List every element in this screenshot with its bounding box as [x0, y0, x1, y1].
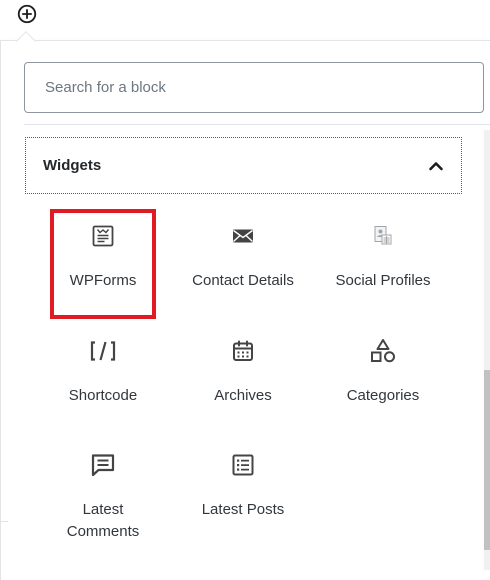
block-label: Latest Comments	[66, 501, 140, 540]
block-item-categories[interactable]: Categories	[317, 337, 449, 407]
shapes-icon	[369, 337, 397, 365]
block-item-shortcode[interactable]: Shortcode	[37, 337, 169, 407]
block-item-latest-posts[interactable]: Latest Posts	[177, 451, 309, 521]
block-label: Social Profiles	[335, 272, 431, 289]
block-item-contact-details[interactable]: Contact Details	[177, 222, 309, 292]
envelope-icon	[231, 222, 255, 250]
block-label: WPForms	[69, 272, 137, 289]
comment-icon	[90, 451, 116, 479]
block-item-social-profiles[interactable]: Social Profiles	[317, 222, 449, 292]
block-label: Latest Posts	[201, 501, 285, 518]
social-profiles-icon	[371, 222, 395, 250]
block-label: Contact Details	[192, 272, 294, 289]
block-search-input[interactable]	[24, 62, 484, 113]
scrollbar-thumb[interactable]	[484, 370, 490, 550]
panel-title: Widgets	[43, 157, 102, 174]
block-item-wpforms[interactable]: WPForms	[37, 222, 169, 292]
post-list-icon	[231, 451, 255, 479]
plus-circle-icon	[17, 4, 37, 24]
panel-divider	[24, 124, 490, 125]
block-item-archives[interactable]: Archives	[177, 337, 309, 407]
chevron-up-icon	[428, 158, 444, 174]
widgets-panel-toggle[interactable]: Widgets	[25, 137, 462, 194]
block-label: Archives	[214, 387, 272, 404]
block-label: Shortcode	[68, 387, 138, 404]
divider	[0, 521, 8, 522]
block-item-latest-comments[interactable]: Latest Comments	[37, 451, 169, 543]
block-label: Categories	[346, 387, 420, 404]
add-block-button[interactable]	[15, 2, 39, 26]
shortcode-icon	[89, 337, 117, 365]
wpforms-icon	[91, 222, 115, 250]
calendar-icon	[231, 337, 255, 365]
